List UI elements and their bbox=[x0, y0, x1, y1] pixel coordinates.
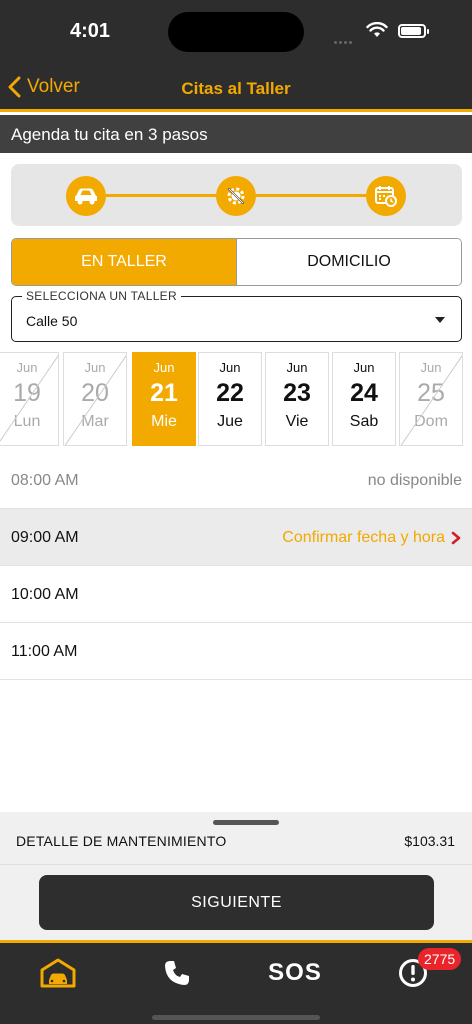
date-cell-selected[interactable]: Jun 21 Mie bbox=[132, 352, 196, 446]
home-indicator bbox=[152, 1015, 320, 1020]
date-day: 21 bbox=[150, 379, 178, 407]
workshop-select[interactable]: SELECCIONA UN TALLER Calle 50 bbox=[11, 289, 462, 342]
date-day: 23 bbox=[283, 379, 311, 407]
slot-status: no disponible bbox=[367, 472, 462, 489]
slot-time: 10:00 AM bbox=[11, 586, 79, 603]
time-slot[interactable]: 11:00 AM bbox=[0, 623, 472, 680]
mode-domicilio-button[interactable]: DOMICILIO bbox=[236, 239, 461, 285]
workshop-select-value: Calle 50 bbox=[26, 313, 78, 329]
drag-handle[interactable] bbox=[213, 820, 279, 825]
tab-bar: SOS 2775 bbox=[0, 940, 472, 1024]
time-slot-selected[interactable]: 09:00 AM Confirmar fecha y hora bbox=[0, 509, 472, 566]
footer-area: SIGUIENTE bbox=[0, 864, 472, 940]
unavailable-slash-icon bbox=[64, 355, 126, 445]
status-bar: 4:01 bbox=[0, 0, 472, 66]
workshop-select-label: SELECCIONA UN TALLER bbox=[22, 289, 181, 303]
step-connector bbox=[106, 194, 218, 197]
date-cell: Jun 25 Dom bbox=[399, 352, 463, 446]
service-mode-toggle: EN TALLER DOMICILIO bbox=[11, 238, 462, 286]
date-month: Jun bbox=[153, 360, 175, 375]
tab-call[interactable] bbox=[160, 953, 194, 993]
date-weekday: Jue bbox=[217, 413, 243, 430]
date-picker-strip: Jun 19 Lun Jun 20 Mar Jun 21 Mie Jun 22 … bbox=[0, 352, 472, 448]
step-1-car[interactable] bbox=[66, 176, 106, 216]
detail-price: $103.31 bbox=[404, 833, 455, 849]
navigation-bar: Volver Citas al Taller bbox=[0, 66, 472, 112]
maintenance-detail-sheet[interactable]: DETALLE DE MANTENIMIENTO $103.31 bbox=[0, 812, 472, 864]
dynamic-island bbox=[168, 12, 304, 52]
battery-icon bbox=[398, 24, 429, 38]
unavailable-slash-icon bbox=[400, 355, 462, 445]
confirm-date-time-link[interactable]: Confirmar fecha y hora bbox=[282, 529, 462, 547]
page-title: Citas al Taller bbox=[181, 79, 291, 98]
unavailable-slash-icon bbox=[0, 355, 58, 443]
slot-status: Confirmar fecha y hora bbox=[282, 529, 445, 546]
car-icon bbox=[75, 188, 97, 205]
date-cell: Jun 20 Mar bbox=[63, 352, 127, 446]
mode-en-taller-button[interactable]: EN TALLER bbox=[12, 239, 236, 285]
chevron-right-icon bbox=[451, 531, 461, 545]
date-weekday: Mie bbox=[151, 413, 177, 430]
date-month: Jun bbox=[286, 360, 308, 375]
slot-time: 08:00 AM bbox=[11, 472, 79, 489]
date-cell[interactable]: Jun 23 Vie bbox=[265, 352, 329, 446]
date-day: 22 bbox=[216, 379, 244, 407]
date-cell[interactable]: Jun 24 Sab bbox=[332, 352, 396, 446]
date-cell[interactable]: Jun 22 Jue bbox=[198, 352, 262, 446]
status-time: 4:01 bbox=[70, 20, 111, 42]
notification-badge: 2775 bbox=[418, 948, 462, 970]
time-slot[interactable]: 10:00 AM bbox=[0, 566, 472, 623]
progress-stepper bbox=[11, 164, 462, 226]
date-day: 24 bbox=[350, 379, 378, 407]
steps-header: Agenda tu cita en 3 pasos bbox=[0, 115, 472, 153]
step-3-schedule[interactable] bbox=[366, 176, 406, 216]
signal-icon bbox=[334, 31, 358, 44]
garage-icon bbox=[40, 958, 76, 988]
date-weekday: Vie bbox=[285, 413, 309, 430]
tab-home[interactable] bbox=[38, 953, 78, 993]
date-cell: Jun 19 Lun bbox=[0, 352, 59, 446]
date-month: Jun bbox=[353, 360, 375, 375]
step-2-service[interactable] bbox=[216, 176, 256, 216]
calendar-clock-icon bbox=[375, 186, 397, 207]
time-slot: 08:00 AM no disponible bbox=[0, 452, 472, 509]
step-connector bbox=[256, 194, 368, 197]
slot-time: 11:00 AM bbox=[11, 643, 78, 660]
next-button[interactable]: SIGUIENTE bbox=[39, 875, 434, 930]
slot-time: 09:00 AM bbox=[11, 529, 79, 546]
tab-sos[interactable]: SOS bbox=[262, 953, 328, 993]
date-month: Jun bbox=[219, 360, 241, 375]
caret-down-icon bbox=[435, 317, 445, 323]
wifi-icon bbox=[366, 22, 388, 37]
phone-icon bbox=[165, 961, 189, 985]
detail-label: DETALLE DE MANTENIMIENTO bbox=[16, 833, 227, 849]
date-weekday: Sab bbox=[349, 413, 379, 430]
gear-wrench-icon bbox=[227, 187, 245, 205]
